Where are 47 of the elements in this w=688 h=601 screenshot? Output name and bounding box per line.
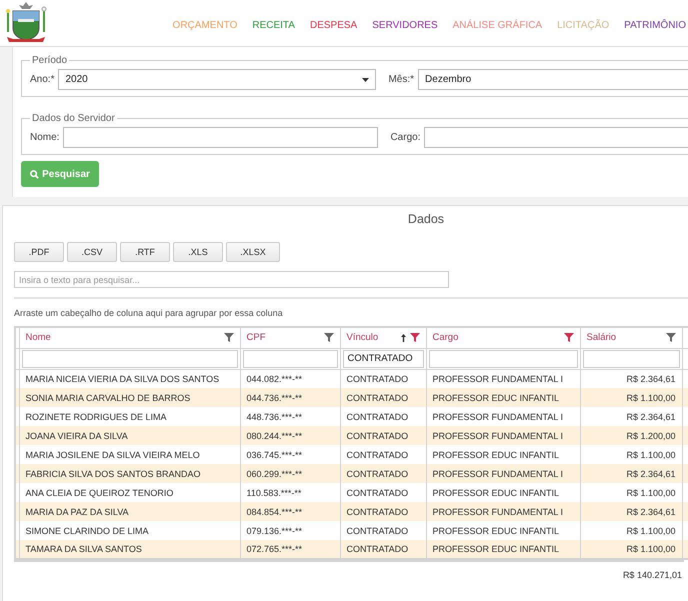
column-header[interactable]: Cargo [426,327,580,348]
year-select[interactable]: 2020 [58,69,376,90]
export-button[interactable]: .XLSX [226,242,280,262]
export-button[interactable]: .XLS [173,242,223,262]
field-label: Mês:* [388,74,414,85]
filter-icon[interactable] [410,333,420,342]
nav-link[interactable]: PATRIMÔNIO [624,20,686,30]
search-icon [30,170,40,178]
table-cell: TAMARA DA SILVA SANTOS [19,540,240,559]
filter-icon[interactable] [666,333,676,342]
coat-of-arms-logo [4,2,48,44]
filter-field[interactable] [582,350,680,368]
column-header[interactable]: Salário [580,327,682,348]
fieldset-legend: Dados do Servidor [30,113,117,124]
table-cell: CONTRATADO [340,540,426,559]
export-button[interactable]: .CSV [67,242,117,262]
arrow-up-icon[interactable] [400,334,406,342]
nav-link[interactable]: SERVIDORES [372,20,438,30]
fieldset-legend: Período [30,55,70,66]
nav-link[interactable]: DESPESA [310,20,358,30]
filter-field[interactable]: CONTRATADO [342,350,424,368]
column-header[interactable]: Nome [19,327,240,348]
table-cell: R$ 1.100,00 [580,540,682,559]
filter-icon[interactable] [224,333,234,342]
nav-link[interactable]: RECEITA [252,20,295,30]
field-label: Ano:* [30,74,54,85]
export-button[interactable]: .RTF [120,242,170,262]
panel-title: Dados [406,212,446,226]
group-hint: Arraste um cabeçalho de coluna aqui para agrupar por essa coluna [14,308,284,318]
filter-icon[interactable] [324,333,334,342]
column-header[interactable]: Vínculo [340,327,426,348]
filter-icon[interactable] [564,333,574,342]
name-field[interactable] [63,127,378,148]
table-cell: 072.765.***-** [240,540,340,559]
caret-icon [362,78,370,82]
filter-field[interactable] [22,350,238,368]
search-field[interactable]: Insira o texto para pesquisar... [14,271,449,288]
filter-field[interactable] [428,350,578,368]
export-button[interactable]: .PDF [14,242,64,262]
month-field[interactable]: Dezembro [418,69,688,90]
column-header[interactable]: CPF [240,327,340,348]
field-label: Cargo: [390,132,420,143]
table-cell: PROFESSOR EDUC INFANTIL [426,540,580,559]
field-label: Nome: [30,132,60,143]
role-field[interactable] [424,127,688,148]
filter-field[interactable] [242,350,338,368]
salary-total: R$ 140.271,01 [622,570,682,580]
